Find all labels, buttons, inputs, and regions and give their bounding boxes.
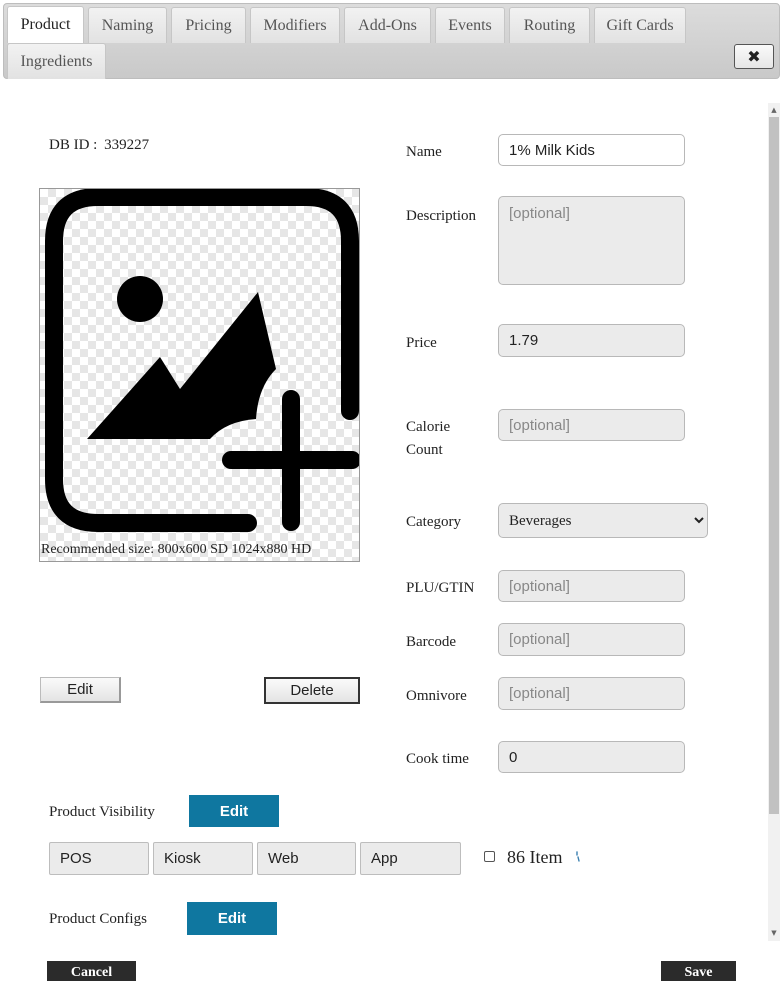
name-input[interactable] [498, 134, 685, 166]
tab-ingredients[interactable]: Ingredients [7, 43, 106, 79]
save-button[interactable]: Save [661, 961, 736, 981]
product-configs-label: Product Configs [49, 911, 147, 927]
description-label: Description [406, 208, 476, 224]
tab-naming[interactable]: Naming [88, 7, 167, 43]
close-button[interactable]: ✖ [734, 44, 774, 69]
image-add-icon [45, 189, 359, 532]
eighty-six-item-label: 86 Item [507, 847, 563, 867]
scroll-up-arrow-icon[interactable]: ▲ [768, 104, 780, 116]
description-input[interactable] [498, 196, 685, 285]
tab-pricing[interactable]: Pricing [171, 7, 246, 43]
tab-routing[interactable]: Routing [509, 7, 590, 43]
image-size-caption: Recommended size: 800x600 SD 1024x880 HD [41, 542, 312, 557]
tab-product[interactable]: Product [7, 6, 84, 43]
tab-modifiers[interactable]: Modifiers [250, 7, 340, 43]
visibility-edit-button[interactable]: Edit [189, 795, 279, 827]
calorie-label-line2: Count [406, 442, 443, 458]
tab-add-ons[interactable]: Add-Ons [344, 7, 431, 43]
omnivore-label: Omnivore [406, 688, 467, 704]
product-image[interactable]: Recommended size: 800x600 SD 1024x880 HD [39, 188, 360, 562]
channel-kiosk[interactable] [153, 842, 253, 875]
price-input[interactable] [498, 324, 685, 357]
db-id-value: 339227 [104, 137, 150, 153]
channel-pos[interactable] [49, 842, 149, 875]
image-delete-button[interactable]: Delete [264, 677, 360, 704]
category-select[interactable]: Beverages [498, 503, 708, 538]
barcode-label: Barcode [406, 634, 456, 650]
close-icon: ✖ [747, 47, 761, 66]
channel-app[interactable] [360, 842, 461, 875]
tab-gift-cards[interactable]: Gift Cards [594, 7, 686, 43]
cook-time-label: Cook time [406, 751, 469, 767]
configs-edit-button[interactable]: Edit [187, 902, 277, 935]
calorie-input[interactable] [498, 409, 685, 441]
price-label: Price [406, 335, 437, 351]
barcode-input[interactable] [498, 623, 685, 656]
scrollbar-thumb[interactable] [769, 117, 779, 814]
plu-input[interactable] [498, 570, 685, 602]
product-visibility-label: Product Visibility [49, 804, 155, 820]
calorie-label: Calorie [406, 419, 451, 435]
name-label: Name [406, 144, 442, 160]
tab-events[interactable]: Events [435, 7, 505, 43]
channel-web[interactable] [257, 842, 356, 875]
db-id-caption: DB ID : [49, 137, 98, 153]
cook-time-input[interactable] [498, 741, 685, 773]
cancel-button[interactable]: Cancel [47, 961, 136, 981]
image-edit-button[interactable]: Edit [40, 677, 121, 703]
eighty-six-item-checkbox[interactable] [484, 851, 495, 862]
spinner-icon [574, 850, 580, 862]
omnivore-input[interactable] [498, 677, 685, 710]
plu-label: PLU/GTIN [406, 580, 475, 596]
scroll-down-arrow-icon[interactable]: ▼ [768, 927, 780, 939]
db-id-label: DB ID : 339227 [49, 137, 149, 154]
category-label: Category [406, 514, 461, 530]
